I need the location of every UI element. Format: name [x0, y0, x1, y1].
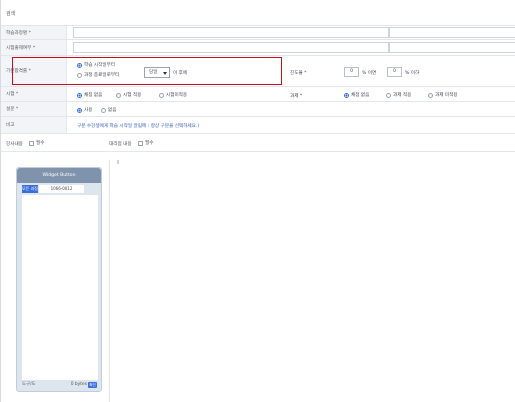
- exam-opt-apply[interactable]: 시험 적용: [116, 92, 141, 99]
- course-name-input[interactable]: [73, 27, 389, 38]
- assign-opt-noapply[interactable]: 과제 미적용: [428, 92, 458, 99]
- survey-opt-none-label: 없음: [108, 108, 117, 113]
- label-assignment: 과제 *: [290, 94, 303, 99]
- agency-content-required[interactable]: 필수: [136, 140, 153, 147]
- exam-flag-input[interactable]: [73, 42, 389, 53]
- instructor-content-label: 강사내용: [6, 142, 23, 147]
- assign-opt-apply[interactable]: 과제 적용: [386, 92, 411, 99]
- label-progress: 진도율 *: [290, 71, 307, 76]
- course-name-input-right[interactable]: [389, 27, 515, 38]
- progress-suffix: % 이하: [405, 71, 420, 76]
- panel-tab[interactable]: 모든 과정: [22, 185, 38, 193]
- exam-opt-noapply[interactable]: 시험미적용: [159, 92, 187, 99]
- label-note: 비고: [1, 117, 67, 133]
- widget-panel: Widget Button 모든 과정 1066-0012 도구/도 0 byt…: [16, 167, 102, 392]
- radio-icon[interactable]: [77, 107, 82, 113]
- panel-field[interactable]: 1066-0012: [39, 185, 84, 193]
- instructor-content-required-label: 필수: [36, 141, 45, 146]
- checkbox-icon[interactable]: [29, 140, 34, 146]
- radio-icon[interactable]: [101, 107, 106, 113]
- label-exam-flag: 시험출제여부 *: [1, 40, 67, 55]
- radio-icon[interactable]: [386, 92, 391, 98]
- panel-editor[interactable]: [22, 195, 98, 380]
- progress-mid-text: % 이면: [362, 71, 377, 76]
- radio-icon[interactable]: [77, 92, 82, 98]
- label-course-name: 학습과정명 *: [1, 26, 67, 39]
- panel-confirm-button[interactable]: 확인: [88, 382, 97, 388]
- note-text: 구분 수강생에게 학습 시작일 알림메 : 항상 구분을 선택하세요.): [77, 124, 200, 129]
- survey-opt-use[interactable]: 사용: [77, 107, 92, 114]
- exam-opt-apply-label: 시험 적용: [123, 93, 142, 98]
- exam-opt-none[interactable]: 채점 없음: [77, 92, 102, 99]
- page-title: 검색: [6, 11, 16, 17]
- radio-icon[interactable]: [344, 92, 349, 98]
- label-exam: 시험 *: [1, 87, 67, 101]
- row-exam-flag: 시험출제여부 *: [1, 40, 515, 56]
- assign-opt-none[interactable]: 채점 없음: [344, 92, 369, 99]
- survey-opt-use-label: 사용: [84, 108, 93, 113]
- radio-icon[interactable]: [116, 92, 121, 98]
- agency-content-required-label: 필수: [145, 141, 154, 146]
- row-course-name: 학습과정명 *: [1, 26, 515, 40]
- instructor-content-required[interactable]: 필수: [27, 140, 44, 147]
- radio-icon[interactable]: [428, 92, 433, 98]
- assign-opt-noapply-label: 과제 미적용: [435, 93, 458, 98]
- agency-content-label: 대리점 내용: [109, 142, 132, 147]
- assign-opt-none-label: 채점 없음: [351, 93, 370, 98]
- header-bar: 검색: [1, 0, 515, 26]
- resize-handle[interactable]: [117, 160, 119, 164]
- progress-input-2[interactable]: 0: [387, 67, 402, 77]
- exam-opt-noapply-label: 시험미적용: [166, 93, 188, 98]
- exam-opt-none-label: 채점 없음: [84, 93, 103, 98]
- panel-title: Widget Button: [17, 168, 101, 183]
- vertical-divider: [109, 160, 110, 402]
- survey-opt-none[interactable]: 없음: [101, 107, 116, 114]
- row-content: [1, 134, 515, 152]
- label-survey: 설문 *: [1, 102, 67, 116]
- radio-icon[interactable]: [159, 92, 164, 98]
- panel-byte-count: 0 bytes: [70, 382, 87, 387]
- checkbox-icon[interactable]: [138, 140, 143, 146]
- assign-opt-apply-label: 과제 적용: [393, 93, 412, 98]
- exam-flag-input-right[interactable]: [389, 42, 515, 53]
- panel-footer-left: 도구/도: [22, 382, 36, 387]
- highlight-box: [12, 57, 282, 85]
- progress-input-1[interactable]: 0: [344, 67, 359, 77]
- form-window: 검색 학습과정명 * 시험출제여부 * 기본합격률 * 학습 시작일부터 과정 …: [0, 0, 515, 402]
